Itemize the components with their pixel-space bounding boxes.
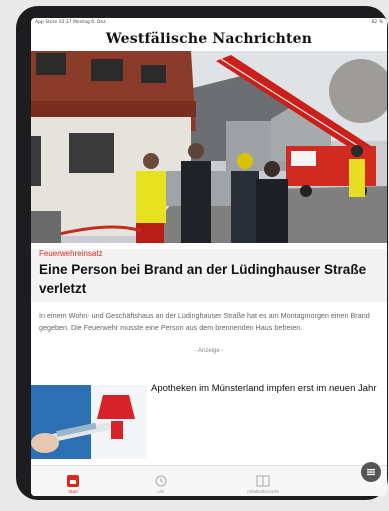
newspaper-logo[interactable]: Westfälische Nachrichten — [31, 27, 387, 51]
tab-contents-label: Inhaltsübersicht — [247, 489, 279, 494]
lead-article-teaser: In einem Wohn- und Geschäftshaus an der … — [39, 311, 370, 332]
floating-action-button[interactable] — [361, 462, 381, 482]
tab-start[interactable]: Start — [53, 475, 93, 494]
tab-bar: Start Uhr Inhaltsübersicht — [31, 465, 387, 496]
status-bar-battery: 62 % — [371, 20, 383, 25]
status-bar-time: App Store 10:37 Montag 6. Dez. — [35, 20, 107, 25]
lead-article-header[interactable]: Feuerwehreinsatz Eine Person bei Brand a… — [31, 249, 387, 302]
lead-article-image[interactable] — [31, 51, 387, 243]
fire-scene-photo — [31, 51, 387, 243]
second-article-headline[interactable]: Apotheken im Münsterland impfen erst im … — [151, 381, 381, 397]
app-screen: App Store 10:37 Montag 6. Dez. 62 % West… — [31, 18, 387, 496]
lead-article-kicker: Feuerwehreinsatz — [39, 249, 103, 258]
tab-uhr-label: Uhr — [157, 489, 165, 494]
status-bar: App Store 10:37 Montag 6. Dez. 62 % — [31, 18, 387, 27]
list-item[interactable]: Apotheken im Münsterland impfen erst im … — [31, 381, 387, 461]
contents-icon — [256, 475, 270, 487]
tab-contents[interactable]: Inhaltsübersicht — [235, 475, 291, 494]
ad-label: - Anzeige - — [194, 348, 224, 354]
tab-uhr[interactable]: Uhr — [141, 475, 181, 494]
clock-icon — [155, 475, 167, 487]
lead-article-headline[interactable]: Eine Person bei Brand an der Lüdinghause… — [39, 260, 379, 298]
pharmacy-vaccine-photo — [31, 385, 147, 459]
home-icon — [67, 475, 79, 487]
menu-icon — [367, 469, 375, 476]
tab-start-label: Start — [68, 489, 78, 494]
